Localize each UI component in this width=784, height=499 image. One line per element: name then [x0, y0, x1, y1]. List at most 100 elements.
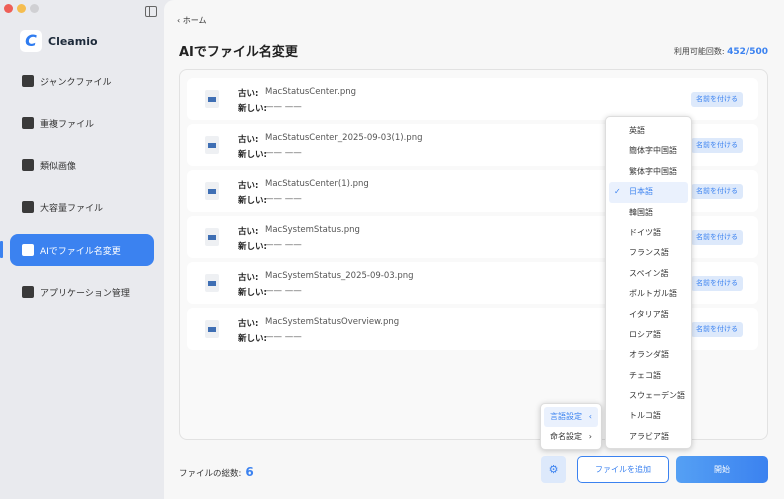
back-link[interactable]: ‹ ホーム	[177, 15, 207, 26]
sidebar-item-1[interactable]: 重複ファイル	[10, 107, 154, 139]
settings-gear-button[interactable]: ⚙	[541, 456, 566, 483]
rename-button[interactable]: 名前を付ける	[691, 276, 743, 291]
new-name-label: 新しい:	[238, 334, 267, 344]
language-label: ロシア語	[629, 329, 661, 339]
cleamio-logo-icon: C	[20, 30, 42, 52]
rename-button[interactable]: 名前を付ける	[691, 322, 743, 337]
old-name: MacStatusCenter_2025-09-03(1).png	[265, 133, 423, 143]
old-name-label: 古い:	[238, 227, 259, 237]
language-label: トルコ語	[629, 411, 661, 421]
start-button[interactable]: 開始	[676, 456, 768, 483]
language-label: スウェーデン語	[629, 391, 685, 401]
broom-icon	[22, 75, 34, 87]
language-option[interactable]: 英語	[609, 121, 688, 141]
language-label: ドイツ語	[629, 227, 661, 237]
language-label: 簡体字中国語	[629, 146, 677, 156]
usage-value: 452/500	[727, 47, 768, 57]
image-icon	[22, 159, 34, 171]
sidebar-toggle-icon[interactable]	[145, 6, 157, 17]
sidebar-item-4[interactable]: AIでファイル名変更	[10, 234, 154, 266]
total-label: ファイルの総数:	[179, 469, 242, 479]
close-window-button[interactable]	[4, 4, 13, 13]
old-name: MacStatusCenter(1).png	[265, 179, 369, 189]
sidebar-item-2[interactable]: 類似画像	[10, 149, 154, 181]
png-file-icon	[205, 90, 219, 108]
settings-menu-item[interactable]: 命名設定 ›	[544, 427, 598, 447]
chevron-icon: ‹	[588, 412, 592, 421]
language-option[interactable]: フランス語	[609, 243, 688, 263]
png-file-icon	[205, 136, 219, 154]
checkmark-icon: ✓	[614, 187, 621, 197]
new-name: —— ——	[265, 148, 302, 158]
new-name: —— ——	[265, 194, 302, 204]
language-label: 繁体字中国語	[629, 166, 677, 176]
language-option[interactable]: オランダ語	[609, 345, 688, 365]
sidebar-item-label: AIでファイル名変更	[40, 246, 121, 257]
rename-button[interactable]: 名前を付ける	[691, 184, 743, 199]
chevron-icon: ›	[588, 432, 592, 441]
png-file-icon	[205, 274, 219, 292]
sidebar-item-label: 大容量ファイル	[40, 203, 104, 214]
old-name-label: 古い:	[238, 319, 259, 329]
language-option[interactable]: ロシア語	[609, 325, 688, 345]
gear-icon: ⚙	[548, 463, 559, 476]
language-option[interactable]: 繁体字中国語	[609, 162, 688, 182]
app-name: Cleamio	[48, 35, 98, 48]
language-label: 韓国語	[629, 207, 653, 217]
ai-file-icon	[22, 244, 34, 256]
archive-icon	[22, 201, 34, 213]
language-option[interactable]: 簡体字中国語	[609, 141, 688, 161]
language-option[interactable]: アラビア語	[609, 427, 688, 447]
new-name-label: 新しい:	[238, 242, 267, 252]
language-label: オランダ語	[629, 350, 669, 360]
png-file-icon	[205, 320, 219, 338]
rename-button[interactable]: 名前を付ける	[691, 230, 743, 245]
new-name-label: 新しい:	[238, 150, 267, 160]
settings-menu: 言語設定 ‹ 命名設定 ›	[540, 403, 602, 450]
zoom-window-button[interactable]	[30, 4, 39, 13]
language-option[interactable]: チェコ語	[609, 366, 688, 386]
language-option[interactable]: ポルトガル語	[609, 284, 688, 304]
old-name: MacSystemStatus.png	[265, 225, 360, 235]
language-label: スペイン語	[629, 268, 669, 278]
language-option[interactable]: 韓国語	[609, 203, 688, 223]
sidebar-item-3[interactable]: 大容量ファイル	[10, 191, 154, 223]
new-name: —— ——	[265, 332, 302, 342]
settings-item-label: 命名設定	[550, 432, 582, 441]
rename-button[interactable]: 名前を付ける	[691, 138, 743, 153]
folder-icon	[22, 117, 34, 129]
old-name-label: 古い:	[238, 273, 259, 283]
language-label: ポルトガル語	[629, 289, 677, 299]
sidebar-item-label: 重複ファイル	[40, 119, 95, 130]
language-option[interactable]: トルコ語	[609, 406, 688, 426]
language-label: 日本語	[629, 187, 653, 197]
rename-button[interactable]: 名前を付ける	[691, 92, 743, 107]
new-name-label: 新しい:	[238, 196, 267, 206]
settings-menu-item[interactable]: 言語設定 ‹	[544, 407, 598, 427]
sidebar-item-label: ジャンクファイル	[40, 77, 112, 88]
language-label: 英語	[629, 126, 645, 135]
language-option[interactable]: スペイン語	[609, 264, 688, 284]
language-option[interactable]: ドイツ語	[609, 223, 688, 243]
language-option[interactable]: スウェーデン語	[609, 386, 688, 406]
language-option[interactable]: ✓ 日本語	[609, 182, 688, 203]
language-label: イタリア語	[629, 309, 669, 319]
sidebar-item-label: 類似画像	[40, 161, 77, 172]
sidebar-item-5[interactable]: アプリケーション管理	[10, 276, 154, 308]
usage-counter: 利用可能回数: 452/500	[674, 46, 768, 57]
png-file-icon	[205, 182, 219, 200]
minimize-window-button[interactable]	[17, 4, 26, 13]
png-file-icon	[205, 228, 219, 246]
active-indicator	[0, 241, 3, 258]
old-name: MacSystemStatus_2025-09-03.png	[265, 271, 414, 281]
sidebar: C Cleamio ジャンクファイル 重複ファイル 類似画像大容量ファイル AIでファ…	[0, 0, 164, 499]
back-label: ホーム	[182, 16, 207, 25]
language-label: アラビア語	[629, 431, 669, 441]
language-label: チェコ語	[629, 370, 661, 380]
language-label: フランス語	[629, 248, 669, 258]
add-files-button[interactable]: ファイルを追加	[577, 456, 669, 483]
sidebar-item-0[interactable]: ジャンクファイル	[10, 65, 154, 97]
app-store-icon	[22, 286, 34, 298]
language-option[interactable]: イタリア語	[609, 305, 688, 325]
file-total: ファイルの総数: 6	[179, 465, 254, 479]
